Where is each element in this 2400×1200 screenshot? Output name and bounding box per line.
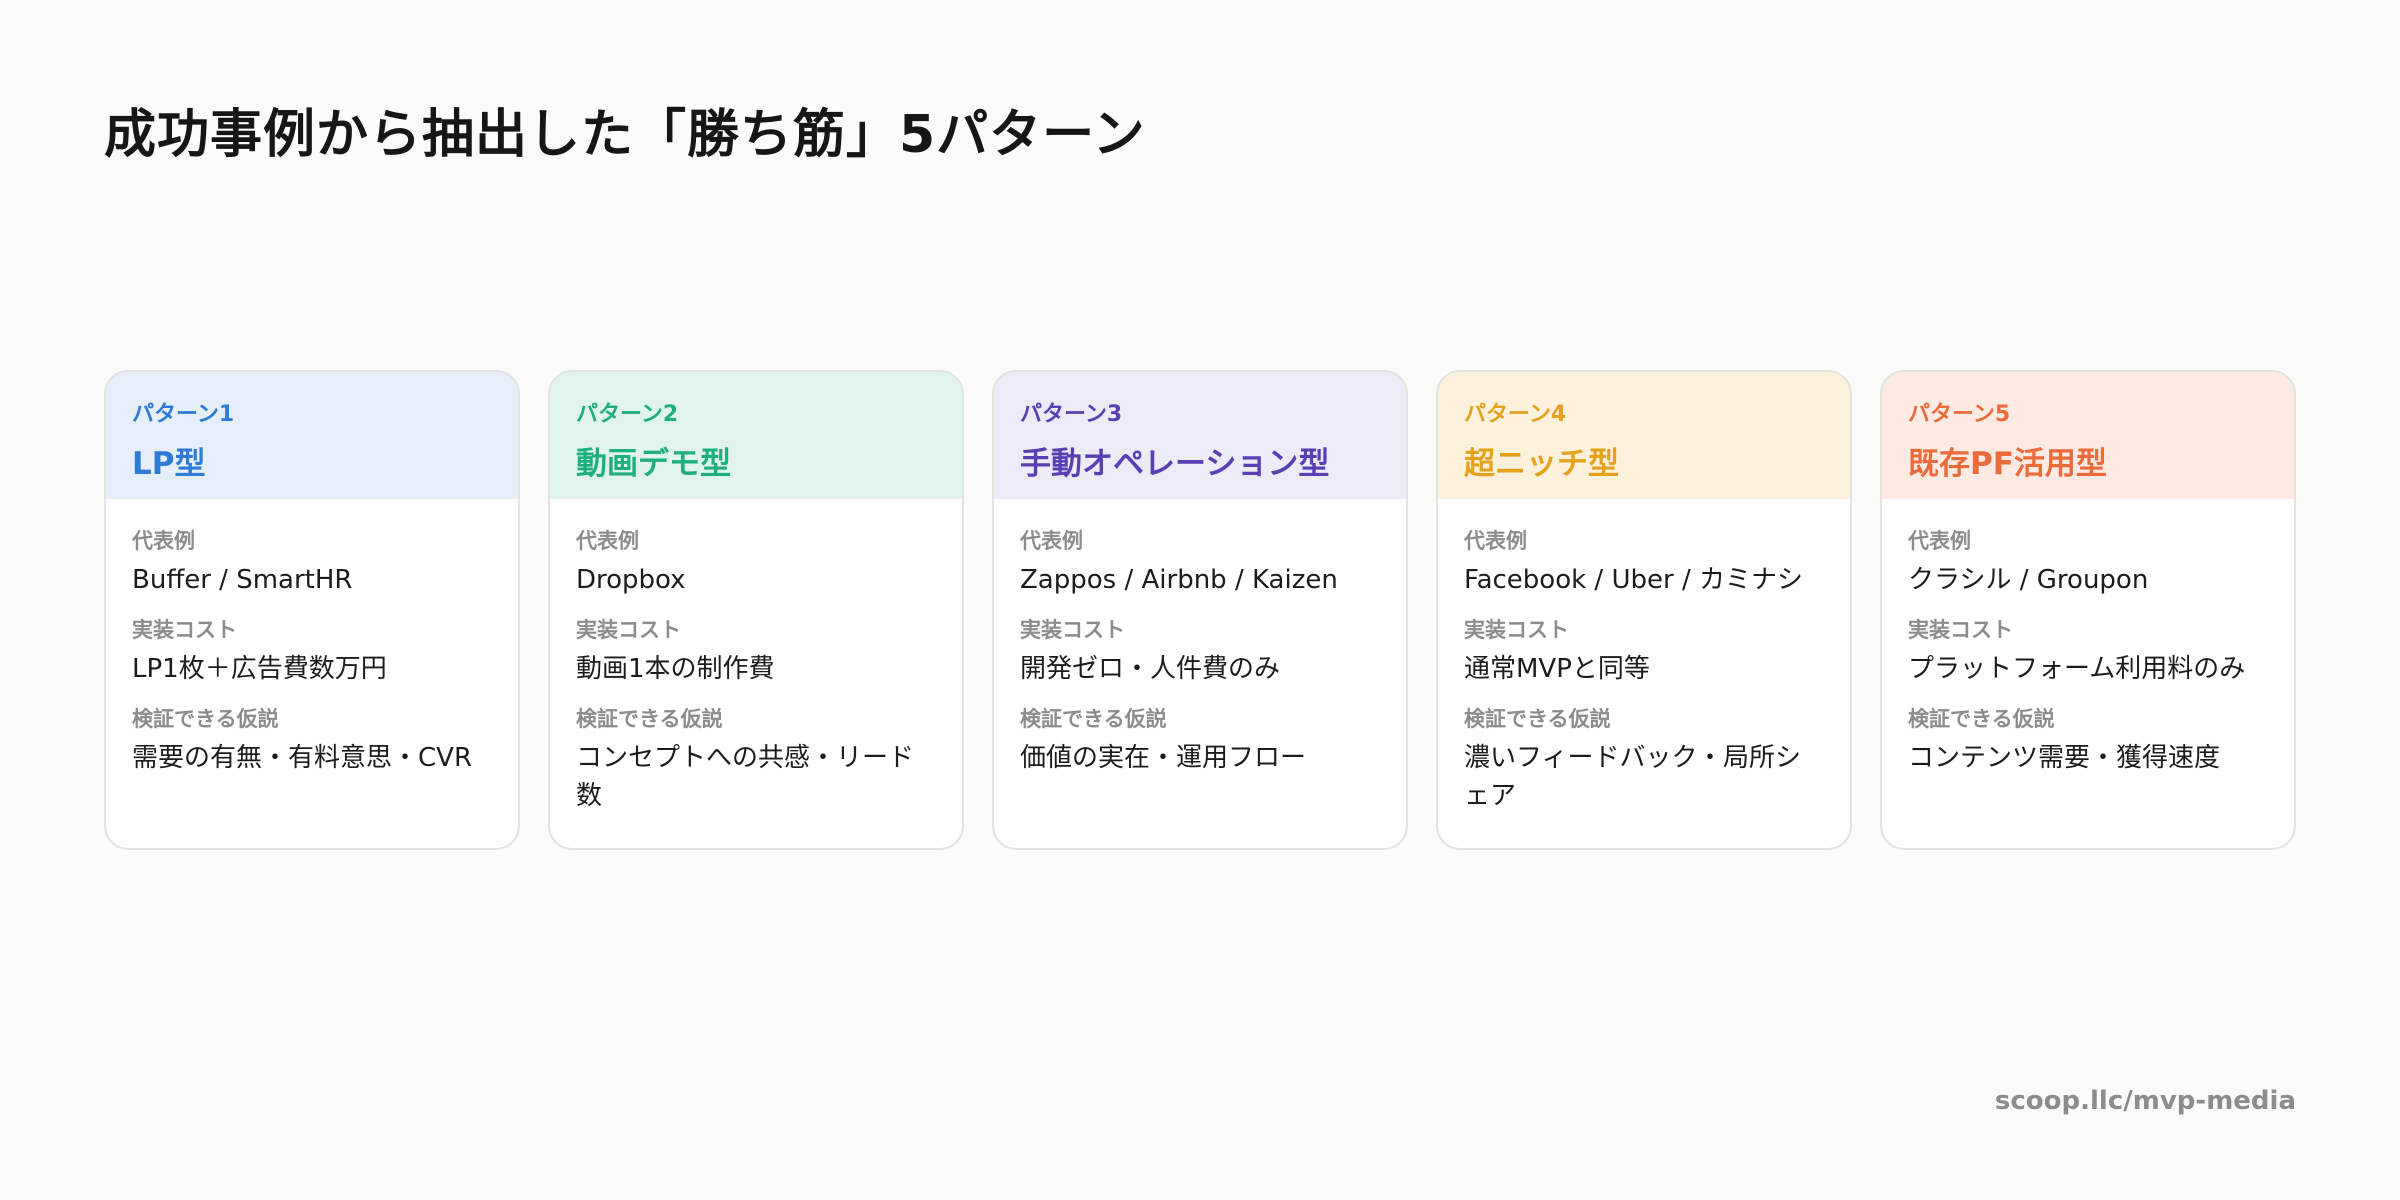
- cost-value: LP1枚＋広告費数万円: [132, 654, 387, 684]
- hypothesis-field: 検証できる仮説 コンセプトへの共感・リード数: [576, 703, 936, 815]
- cost-value: 通常MVPと同等: [1464, 654, 1650, 684]
- hypothesis-value: 価値の実在・運用フロー: [1020, 743, 1307, 773]
- card-header: パターン2 動画デモ型: [550, 372, 962, 499]
- card-header: パターン4 超ニッチ型: [1438, 372, 1850, 499]
- examples-value: Dropbox: [576, 565, 686, 595]
- examples-value: Facebook / Uber / カミナシ: [1464, 565, 1803, 595]
- card-header: パターン3 手動オペレーション型: [994, 372, 1406, 499]
- pattern-name: 動画デモ型: [576, 446, 731, 482]
- card-header: パターン5 既存PF活用型: [1882, 372, 2294, 499]
- pattern-card-4: パターン4 超ニッチ型 代表例 Facebook / Uber / カミナシ 実…: [1436, 370, 1852, 850]
- pattern-number: パターン5: [1908, 402, 2011, 427]
- card-body: 代表例 Zappos / Airbnb / Kaizen 実装コスト 開発ゼロ・…: [994, 499, 1406, 777]
- card-body: 代表例 クラシル / Groupon 実装コスト プラットフォーム利用料のみ 検…: [1882, 499, 2294, 777]
- cost-value: プラットフォーム利用料のみ: [1908, 654, 2246, 684]
- card-body: 代表例 Dropbox 実装コスト 動画1本の制作費 検証できる仮説 コンセプト…: [550, 499, 962, 815]
- page-title: 成功事例から抽出した「勝ち筋」5パターン: [104, 105, 1146, 165]
- examples-label: 代表例: [576, 529, 639, 553]
- hypothesis-field: 検証できる仮説 価値の実在・運用フロー: [1020, 703, 1380, 777]
- examples-value: Buffer / SmartHR: [132, 565, 353, 595]
- pattern-number: パターン1: [132, 402, 235, 427]
- card-body: 代表例 Buffer / SmartHR 実装コスト LP1枚＋広告費数万円 検…: [106, 499, 518, 777]
- hypothesis-value: コンセプトへの共感・リード数: [576, 743, 915, 811]
- footer-url: scoop.llc/mvp-media: [1994, 1086, 2296, 1116]
- cost-label: 実装コスト: [1020, 618, 1125, 642]
- slide: 成功事例から抽出した「勝ち筋」5パターン パターン1 LP型 代表例 Buffe…: [0, 0, 2400, 1200]
- hypothesis-label: 検証できる仮説: [1020, 707, 1167, 731]
- examples-label: 代表例: [132, 529, 195, 553]
- pattern-name: 既存PF活用型: [1908, 446, 2107, 482]
- cost-label: 実装コスト: [1908, 618, 2013, 642]
- examples-value: Zappos / Airbnb / Kaizen: [1020, 565, 1338, 595]
- hypothesis-label: 検証できる仮説: [1908, 707, 2055, 731]
- cost-value: 開発ゼロ・人件費のみ: [1020, 654, 1281, 684]
- pattern-number: パターン3: [1020, 402, 1123, 427]
- cost-label: 実装コスト: [132, 618, 237, 642]
- cost-field: 実装コスト プラットフォーム利用料のみ: [1908, 614, 2268, 688]
- card-body: 代表例 Facebook / Uber / カミナシ 実装コスト 通常MVPと同…: [1438, 499, 1850, 815]
- hypothesis-field: 検証できる仮説 需要の有無・有料意思・CVR: [132, 703, 492, 777]
- hypothesis-value: 需要の有無・有料意思・CVR: [132, 743, 473, 773]
- examples-value: クラシル / Groupon: [1908, 565, 2149, 595]
- pattern-name: LP型: [132, 446, 206, 482]
- examples-field: 代表例 Zappos / Airbnb / Kaizen: [1020, 525, 1380, 599]
- examples-field: 代表例 クラシル / Groupon: [1908, 525, 2268, 599]
- examples-label: 代表例: [1020, 529, 1083, 553]
- examples-field: 代表例 Dropbox: [576, 525, 936, 599]
- card-header: パターン1 LP型: [106, 372, 518, 499]
- cost-label: 実装コスト: [1464, 618, 1569, 642]
- pattern-cards: パターン1 LP型 代表例 Buffer / SmartHR 実装コスト LP1…: [104, 370, 2296, 850]
- hypothesis-field: 検証できる仮説 濃いフィードバック・局所シェア: [1464, 703, 1824, 815]
- hypothesis-label: 検証できる仮説: [132, 707, 279, 731]
- cost-label: 実装コスト: [576, 618, 681, 642]
- cost-field: 実装コスト LP1枚＋広告費数万円: [132, 614, 492, 688]
- cost-value: 動画1本の制作費: [576, 654, 775, 684]
- hypothesis-value: 濃いフィードバック・局所シェア: [1464, 743, 1801, 811]
- examples-field: 代表例 Buffer / SmartHR: [132, 525, 492, 599]
- hypothesis-value: コンテンツ需要・獲得速度: [1908, 743, 2221, 773]
- examples-label: 代表例: [1908, 529, 1971, 553]
- pattern-card-1: パターン1 LP型 代表例 Buffer / SmartHR 実装コスト LP1…: [104, 370, 520, 850]
- pattern-card-3: パターン3 手動オペレーション型 代表例 Zappos / Airbnb / K…: [992, 370, 1408, 850]
- pattern-number: パターン4: [1464, 402, 1567, 427]
- pattern-card-5: パターン5 既存PF活用型 代表例 クラシル / Groupon 実装コスト プ…: [1880, 370, 2296, 850]
- cost-field: 実装コスト 開発ゼロ・人件費のみ: [1020, 614, 1380, 688]
- hypothesis-label: 検証できる仮説: [1464, 707, 1611, 731]
- hypothesis-field: 検証できる仮説 コンテンツ需要・獲得速度: [1908, 703, 2268, 777]
- examples-label: 代表例: [1464, 529, 1527, 553]
- hypothesis-label: 検証できる仮説: [576, 707, 723, 731]
- cost-field: 実装コスト 通常MVPと同等: [1464, 614, 1824, 688]
- pattern-name: 超ニッチ型: [1464, 446, 1619, 482]
- cost-field: 実装コスト 動画1本の制作費: [576, 614, 936, 688]
- pattern-number: パターン2: [576, 402, 679, 427]
- pattern-card-2: パターン2 動画デモ型 代表例 Dropbox 実装コスト 動画1本の制作費 検…: [548, 370, 964, 850]
- examples-field: 代表例 Facebook / Uber / カミナシ: [1464, 525, 1824, 599]
- pattern-name: 手動オペレーション型: [1020, 446, 1330, 482]
